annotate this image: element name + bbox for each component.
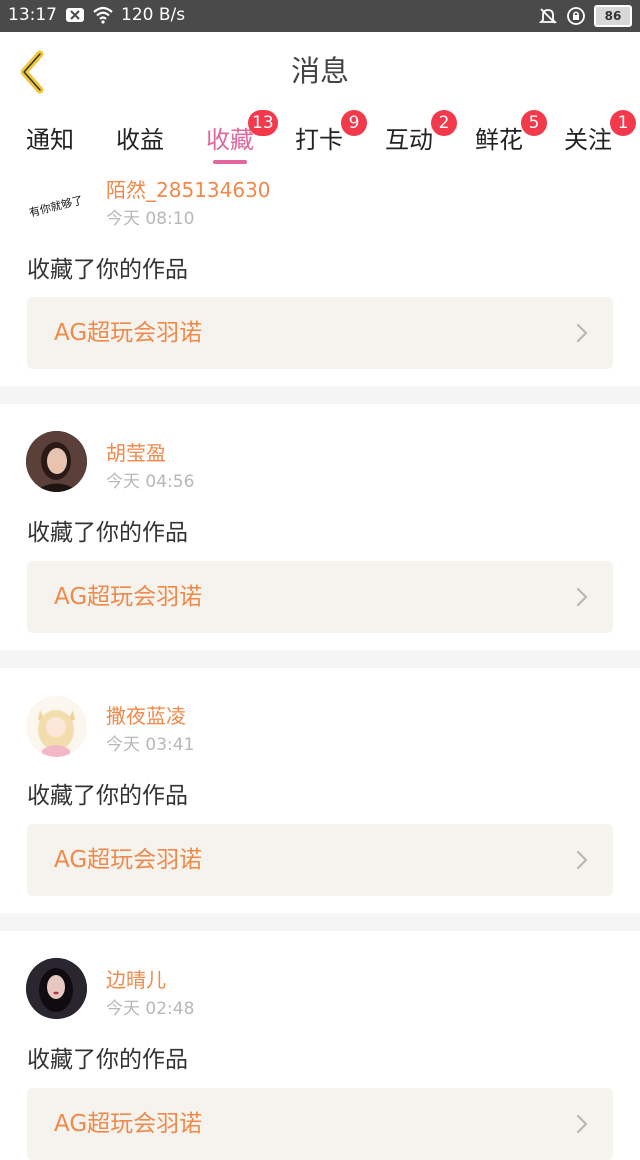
tab-label: 收益: [116, 126, 164, 154]
tab-badge: 1: [610, 110, 636, 136]
tab-label: 通知: [26, 126, 74, 154]
network-speed: 120 B/s: [121, 5, 186, 25]
status-left: 13:17 120 B/s: [8, 5, 185, 25]
tab-favorites[interactable]: 收藏 13: [206, 110, 278, 164]
timestamp: 今天 08:10: [106, 209, 195, 229]
action-text: 收藏了你的作品: [27, 783, 188, 809]
tab-badge: 5: [521, 110, 547, 136]
page-title: 消息: [290, 54, 349, 88]
tab-earnings[interactable]: 收益: [116, 120, 164, 164]
status-bar: 13:17 120 B/s 86: [0, 0, 640, 32]
avatar[interactable]: [26, 958, 87, 1019]
tab-follow[interactable]: 关注 1: [564, 110, 636, 164]
tab-badge: 9: [341, 110, 367, 136]
work-link[interactable]: AG超玩会羽诺: [27, 561, 613, 633]
battery-indicator: 86: [594, 5, 632, 27]
action-text: 收藏了你的作品: [27, 520, 188, 546]
svg-text:有你就够了: 有你就够了: [28, 193, 85, 220]
work-title: AG超玩会羽诺: [54, 320, 203, 346]
tab-checkin[interactable]: 打卡 9: [295, 110, 367, 164]
portrait-avatar-icon: [26, 958, 87, 1019]
username[interactable]: 边晴儿: [106, 964, 166, 993]
tab-label: 打卡: [295, 126, 343, 154]
bell-off-icon: [538, 8, 558, 24]
notification-card: 胡莹盈 今天 04:56 收藏了你的作品 AG超玩会羽诺: [0, 405, 640, 649]
notification-card: 边晴儿 今天 02:48 收藏了你的作品 AG超玩会羽诺: [0, 932, 640, 1160]
work-title: AG超玩会羽诺: [54, 1111, 203, 1137]
work-link[interactable]: AG超玩会羽诺: [27, 1088, 613, 1160]
status-time: 13:17: [8, 5, 57, 25]
tab-label: 互动: [385, 126, 433, 154]
card-divider: [0, 913, 640, 931]
work-title: AG超玩会羽诺: [54, 847, 203, 873]
back-arrow-icon: [20, 50, 44, 94]
username[interactable]: 陌然_285134630: [106, 174, 271, 203]
username[interactable]: 撒夜蓝凌: [106, 700, 186, 729]
tab-label: 收藏: [206, 126, 254, 154]
tab-notice[interactable]: 通知: [26, 120, 74, 164]
avatar[interactable]: 有你就够了: [26, 168, 87, 229]
timestamp: 今天 03:41: [106, 735, 195, 755]
tab-flowers[interactable]: 鲜花 5: [475, 110, 547, 164]
avatar[interactable]: [26, 431, 87, 492]
work-link[interactable]: AG超玩会羽诺: [27, 824, 613, 896]
avatar[interactable]: [26, 696, 87, 757]
tab-label: 关注: [564, 126, 612, 154]
card-divider: [0, 650, 640, 668]
anime-avatar-icon: [26, 696, 87, 757]
back-button[interactable]: [14, 50, 54, 94]
action-text: 收藏了你的作品: [27, 1047, 188, 1073]
work-link[interactable]: AG超玩会羽诺: [27, 297, 613, 369]
header: 消息: [0, 32, 640, 111]
rotation-lock-icon: [567, 7, 585, 25]
chevron-right-icon: [576, 587, 588, 607]
action-text: 收藏了你的作品: [27, 257, 188, 283]
status-right: 86: [538, 5, 632, 27]
card-divider: [0, 386, 640, 404]
tab-active-indicator: [213, 160, 247, 164]
wifi-icon: [93, 6, 113, 24]
notification-card: 撒夜蓝凌 今天 03:41 收藏了你的作品 AG超玩会羽诺: [0, 668, 640, 912]
portrait-avatar-icon: [26, 431, 87, 492]
chevron-right-icon: [576, 323, 588, 343]
tab-badge: 13: [248, 110, 278, 136]
timestamp: 今天 04:56: [106, 472, 195, 492]
tab-badge: 2: [431, 110, 457, 136]
chevron-right-icon: [576, 850, 588, 870]
chevron-right-icon: [576, 1114, 588, 1134]
work-title: AG超玩会羽诺: [54, 584, 203, 610]
tab-label: 鲜花: [475, 126, 523, 154]
username[interactable]: 胡莹盈: [106, 437, 166, 466]
tab-interactions[interactable]: 互动 2: [385, 110, 457, 164]
notification-card: 有你就够了 陌然_285134630 今天 08:10 收藏了你的作品 AG超玩…: [0, 166, 640, 410]
tab-bar: 通知 收益 收藏 13 打卡 9 互动 2 鲜花 5 关注 1: [0, 110, 640, 166]
handwriting-avatar-icon: 有你就够了: [28, 193, 85, 220]
notification-x-icon: [66, 8, 84, 22]
timestamp: 今天 02:48: [106, 999, 195, 1019]
